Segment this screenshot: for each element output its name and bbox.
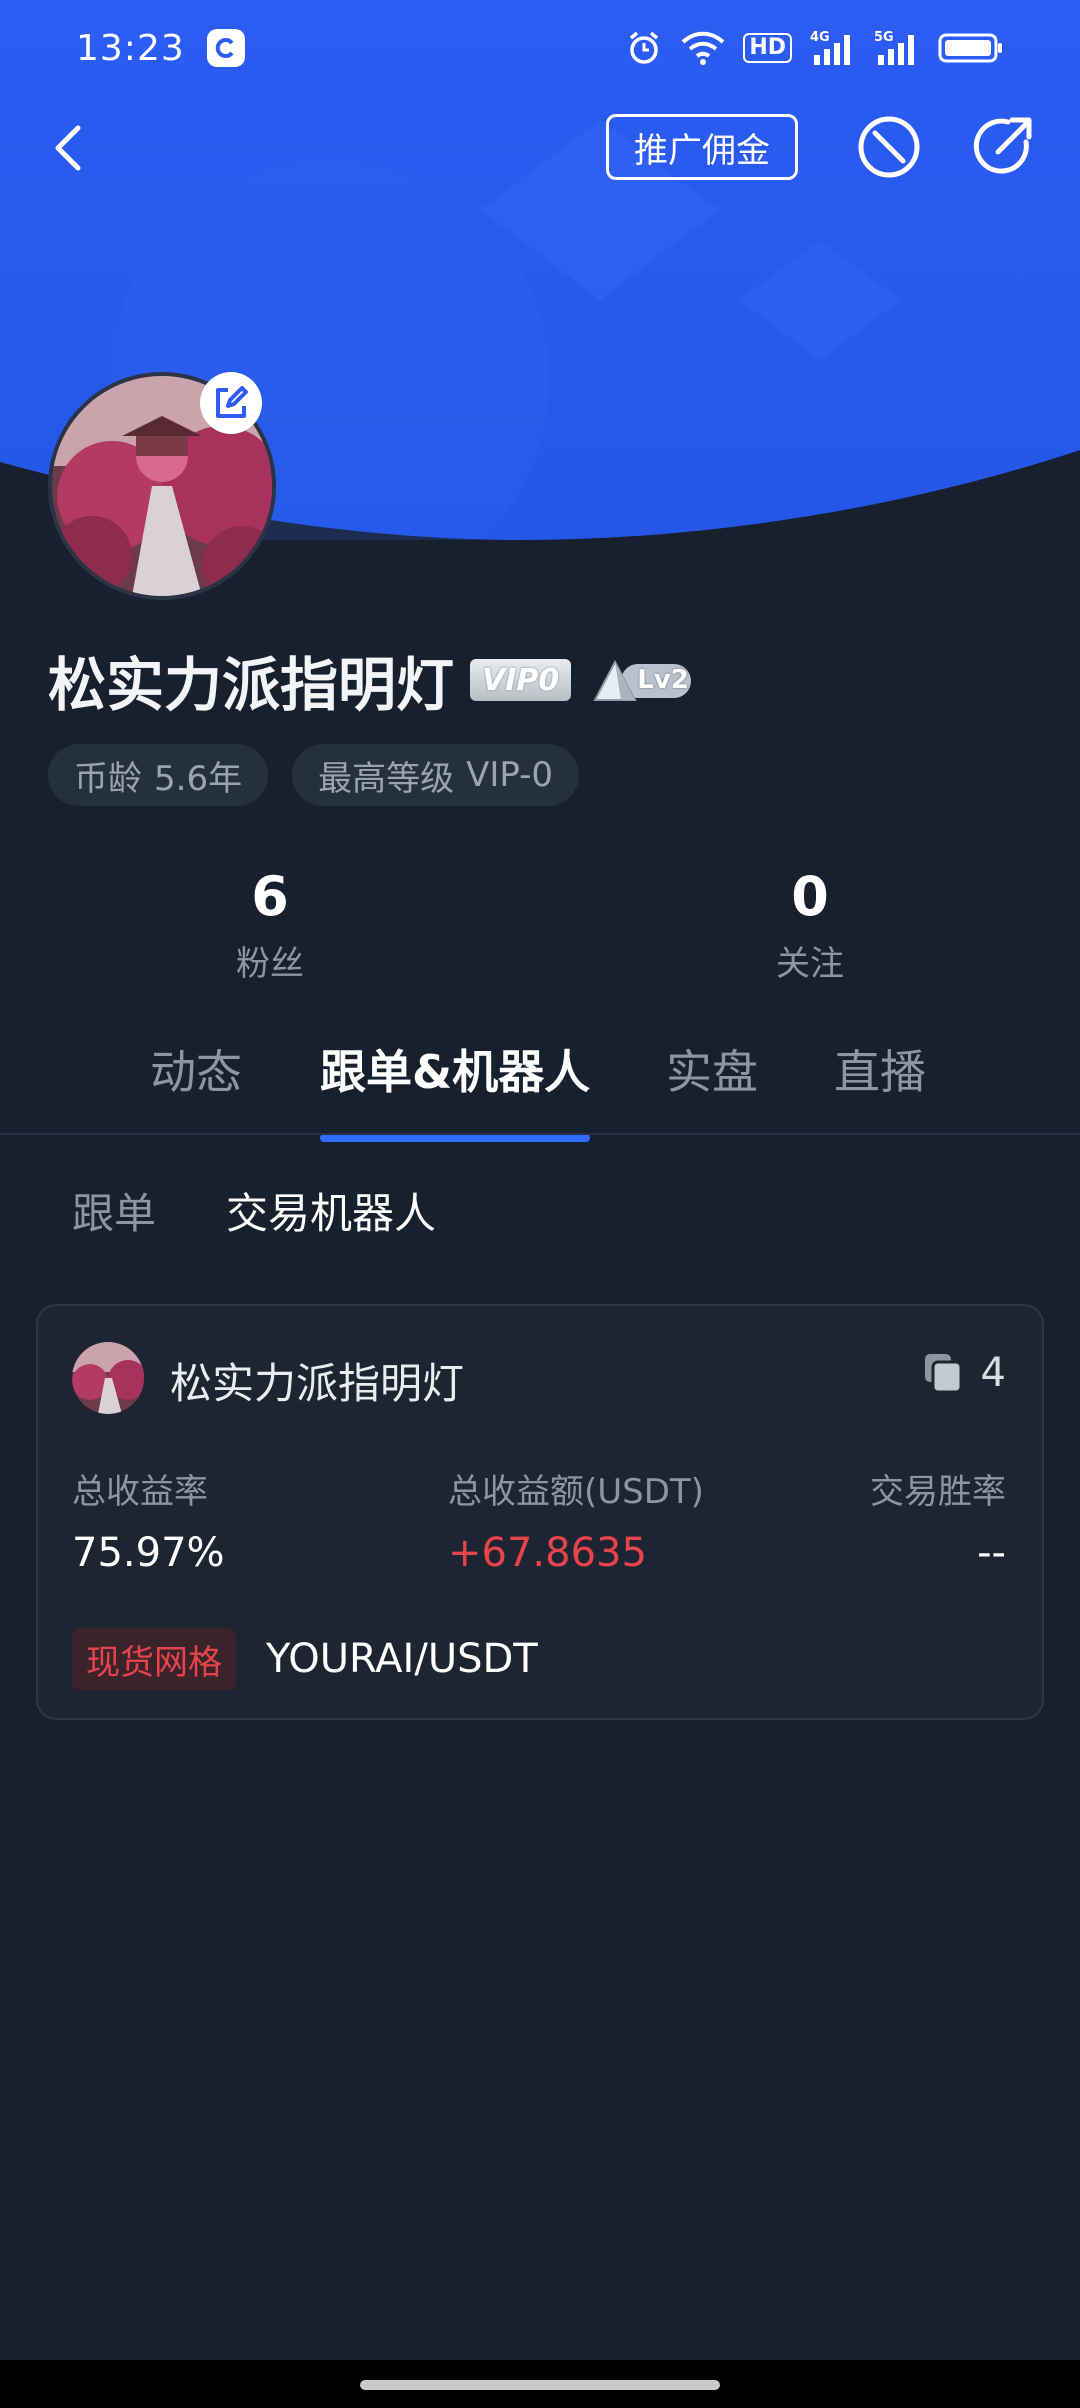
share-button[interactable]	[968, 112, 1038, 182]
app-notification-icon	[206, 29, 245, 67]
followers-count: 6	[251, 865, 289, 928]
home-indicator[interactable]	[360, 2380, 720, 2390]
share-icon	[973, 117, 1032, 174]
level-badge: Lv2	[591, 656, 692, 704]
profile-avatar[interactable]	[48, 372, 276, 600]
copy-icon	[924, 1354, 963, 1394]
battery-icon	[938, 33, 1002, 63]
win-rate-value: --	[977, 1530, 1006, 1576]
following-label: 关注	[776, 944, 844, 984]
svg-text:5G: 5G	[874, 30, 894, 45]
following-count: 0	[791, 865, 829, 928]
wifi-icon	[681, 31, 725, 65]
signal-5g-icon: 5G	[874, 30, 914, 65]
sub-tabs: 跟单 交易机器人	[72, 1180, 436, 1241]
trading-bot-card[interactable]: 松实力派指明灯 4 总收益率 总收益额(USDT) 交易胜率 75.97% +6…	[36, 1304, 1044, 1720]
block-icon	[858, 116, 920, 178]
bot-owner-name: 松实力派指明灯	[170, 1359, 465, 1408]
coin-age-label: 币龄	[74, 758, 142, 799]
tab-posts[interactable]: 动态	[150, 1036, 242, 1102]
copy-count: 4	[923, 1350, 1006, 1396]
strategy-tag: 现货网格	[72, 1628, 236, 1690]
alarm-icon	[630, 31, 659, 64]
profile-tags: 币龄 5.6年 最高等级 VIP-0	[48, 744, 580, 806]
svg-text:4G: 4G	[810, 30, 830, 45]
win-rate-label: 交易胜率	[870, 1472, 1006, 1512]
profile-tabs: 动态 跟单&机器人 实盘 直播	[0, 1036, 1080, 1142]
copy-count-value: 4	[980, 1350, 1006, 1396]
active-tab-indicator	[320, 1134, 590, 1142]
edit-avatar-button[interactable]	[200, 372, 262, 434]
total-profit-label: 总收益额(USDT)	[448, 1472, 704, 1512]
signal-4g-icon: 4G	[810, 30, 850, 65]
max-level-label: 最高等级	[318, 758, 455, 799]
username: 松实力派指明灯	[48, 651, 455, 719]
subtab-copy-trading[interactable]: 跟单	[72, 1180, 156, 1241]
status-time: 13:23	[76, 27, 185, 69]
card-avatar	[72, 1342, 144, 1414]
subtab-trading-bots[interactable]: 交易机器人	[226, 1180, 436, 1241]
max-level-value: VIP-0	[466, 755, 554, 795]
tab-copy-trading-bots[interactable]: 跟单&机器人	[320, 1036, 590, 1102]
hd-icon: HD	[743, 33, 792, 63]
chevron-left-icon	[55, 125, 81, 171]
level-label: Lv2	[637, 665, 689, 695]
block-button[interactable]	[854, 112, 924, 182]
system-nav-bar	[0, 2360, 1080, 2408]
coin-age-tag: 币龄 5.6年	[48, 744, 269, 806]
tab-livestream[interactable]: 直播	[834, 1036, 926, 1102]
max-level-tag: 最高等级 VIP-0	[292, 744, 580, 806]
following-stat[interactable]: 0 关注	[660, 862, 960, 985]
coin-age-value: 5.6年	[154, 758, 243, 799]
tab-live-trading[interactable]: 实盘	[666, 1036, 758, 1102]
promo-commission-button[interactable]: 推广佣金	[606, 114, 798, 180]
top-nav: 推广佣金	[0, 108, 1080, 188]
status-bar: 13:23 HD 4G 5G	[0, 0, 1080, 96]
tabs-divider	[0, 1133, 1080, 1135]
trading-pair: YOURAI/USDT	[266, 1636, 538, 1682]
vip-badge: VIP0	[470, 659, 572, 701]
total-profit-value: +67.8635	[448, 1530, 647, 1576]
edit-icon	[216, 386, 248, 418]
total-return-rate-value: 75.97%	[72, 1530, 225, 1576]
followers-label: 粉丝	[236, 944, 304, 984]
profile-name-row: 松实力派指明灯 VIP0 Lv2	[48, 640, 692, 720]
total-return-rate-label: 总收益率	[72, 1472, 208, 1512]
followers-stat[interactable]: 6 粉丝	[120, 862, 420, 985]
back-button[interactable]	[40, 118, 100, 178]
